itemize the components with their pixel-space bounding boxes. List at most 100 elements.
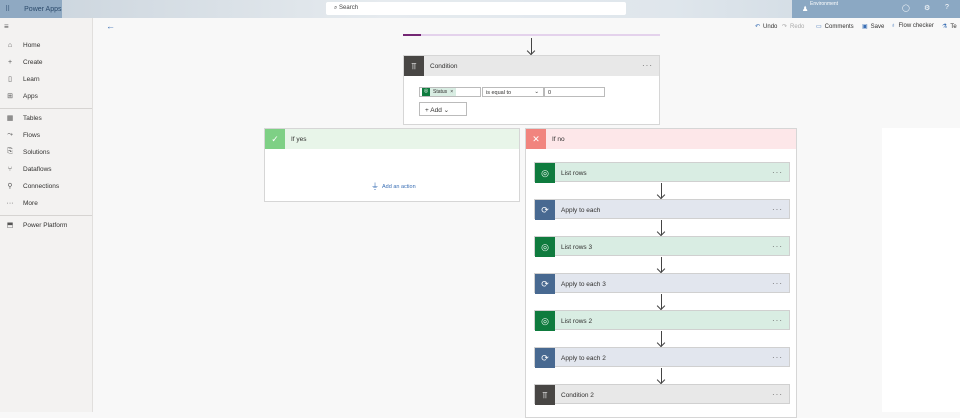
test-icon: ⚗ [942,24,948,30]
nav-power-platform[interactable]: ⬒ Power Platform [0,217,92,233]
progress-bar [403,34,660,36]
step-title: Apply to each [561,206,601,214]
nav-label: Dataflows [23,165,52,173]
more-icon: ··· [6,199,14,207]
redo-button[interactable]: ↷ Redo [782,23,804,31]
more-options-icon[interactable]: ··· [642,61,653,70]
flow-step-dataverse[interactable]: ◎ List rows ··· [534,162,790,183]
nav-label: Apps [23,92,38,100]
nav-tables[interactable]: ▦ Tables [0,110,92,126]
test-label: Te [950,23,957,30]
condition-icon: ⫪ [535,385,555,405]
apps-icon: ⊞ [7,93,13,100]
app-launcher[interactable]: ⠿ Power Apps [0,0,62,18]
more-options-icon[interactable]: ··· [772,242,783,251]
help-icon[interactable]: ? [945,4,949,11]
nav-create[interactable]: + Create [0,54,92,70]
nav-connections[interactable]: ⚲ Connections [0,178,92,194]
add-label: Add [430,107,442,114]
flow-step-loop[interactable]: ⟳ Apply to each 2 ··· [534,347,790,368]
notifications-icon[interactable]: ◯ [902,4,910,12]
connector-arrow [661,220,662,235]
condition-value-input[interactable]: 0 [544,87,605,97]
flow-step-loop[interactable]: ⟳ Apply to each 3 ··· [534,273,790,294]
more-options-icon[interactable]: ··· [772,390,783,399]
if-yes-header: ✓ If yes [265,129,519,149]
add-action-label: Add an action [382,183,416,190]
add-action-button[interactable]: ⏚ Add an action [371,181,416,192]
check-icon: ✓ [265,129,285,149]
back-arrow-icon[interactable]: ← [106,21,115,31]
connector-arrow [661,183,662,198]
connector-arrow [661,368,662,383]
nav-solutions[interactable]: ⎘ Solutions [0,144,92,160]
left-nav: ≡ ⌂ Home + Create ▯ Learn ⊞ Apps ▦ Tables ⤳ Fl… [0,18,93,412]
waffle-icon[interactable]: ⠿ [5,6,10,13]
more-options-icon[interactable]: ··· [772,168,783,177]
test-button[interactable]: ⚗ Te [942,23,957,31]
nav-label: Tables [23,114,42,122]
search-input[interactable]: ⌕ Search [326,2,626,15]
search-placeholder: Search [339,5,359,11]
power-platform-icon: ⬒ [6,222,14,229]
remove-token-icon[interactable]: × [450,89,453,95]
flow-checker-button[interactable]: ♁ Flow checker [891,23,934,29]
app-title: Power Apps [24,6,62,13]
more-options-icon[interactable]: ··· [772,279,783,288]
flow-step-dataverse[interactable]: ◎ List rows 2 ··· [534,310,790,331]
loop-icon: ⟳ [535,348,555,368]
environment-icon: ♟ [802,6,809,13]
step-title: Apply to each 2 [561,354,606,362]
flow-step-condition[interactable]: ⫪ Condition 2 ··· [534,384,790,405]
nav-label: Flows [23,131,40,139]
condition-value: 0 [548,90,552,96]
nav-label: Connections [23,182,60,190]
flow-step-loop[interactable]: ⟳ Apply to each ··· [534,199,790,220]
condition-icon: ⫪ [404,56,424,76]
nav-more[interactable]: ··· More [0,195,92,211]
home-icon: ⌂ [7,41,13,49]
flows-icon: ⤳ [7,131,13,138]
condition-card[interactable]: ⫪ Condition ··· ◎ Status × is equal to ⌄ … [403,55,660,125]
dataverse-icon: ◎ [535,311,555,331]
solutions-icon: ⎘ [7,148,13,155]
save-button[interactable]: ▣ Save [862,23,884,31]
flow-step-dataverse[interactable]: ◎ List rows 3 ··· [534,236,790,257]
redo-icon: ↷ [782,24,788,30]
dataflows-icon: ⑂ [7,165,13,173]
more-options-icon[interactable]: ··· [772,353,783,362]
settings-icon[interactable]: ⚙ [924,4,930,12]
environment-panel[interactable]: ♟ Environment ◯ ⚙ ? [792,0,960,18]
loop-icon: ⟳ [535,274,555,294]
nav-flows[interactable]: ⤳ Flows [0,127,92,143]
connector-arrow [661,257,662,272]
step-title: List rows 3 [561,243,593,251]
nav-apps[interactable]: ⊞ Apps [0,88,92,104]
status-token: Status [433,89,448,95]
nav-dataflows[interactable]: ⑂ Dataflows [0,161,92,177]
more-options-icon[interactable]: ··· [772,316,783,325]
operator-select[interactable]: is equal to ⌄ [482,87,544,97]
condition-title: Condition [430,62,458,70]
nav-label: Create [23,58,43,66]
comments-button[interactable]: ▭ Comments [816,23,854,31]
nav-divider [0,108,92,109]
nav-divider [0,215,92,216]
chevron-down-icon: ⌄ [534,89,539,95]
nav-home[interactable]: ⌂ Home [0,37,92,53]
if-no-title: If no [552,135,565,143]
nav-label: Solutions [23,148,50,156]
hamburger-icon[interactable]: ≡ [4,22,9,31]
header-banner: ⠿ Power Apps ⌕ Search ♟ Environment ◯ ⚙ ? [0,0,960,18]
condition-header[interactable]: ⫪ Condition ··· [404,56,659,76]
condition-left-operand[interactable]: ◎ Status × [419,87,481,97]
add-condition-button[interactable]: + Add ⌄ [419,102,467,116]
step-title: Apply to each 3 [561,280,606,288]
chevron-down-icon: ⌄ [441,107,450,114]
dataverse-icon: ◎ [535,163,555,183]
dataverse-icon: ◎ [422,88,430,96]
table-icon: ▦ [6,115,14,122]
nav-learn[interactable]: ▯ Learn [0,71,92,87]
undo-button[interactable]: ↶ Undo [755,23,777,31]
more-options-icon[interactable]: ··· [772,205,783,214]
